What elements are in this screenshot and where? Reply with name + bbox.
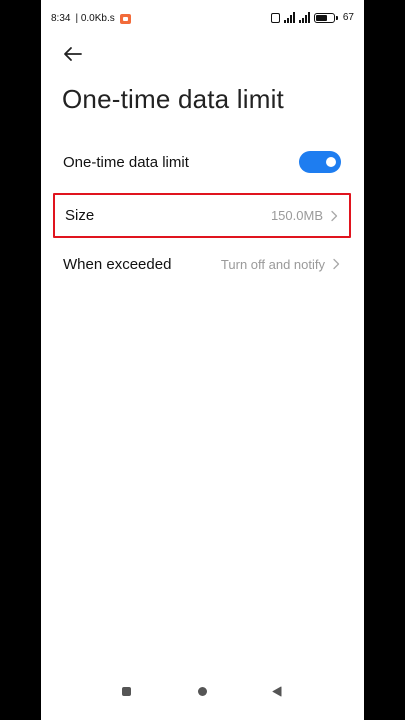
when-exceeded-row[interactable]: When exceeded Turn off and notify <box>53 244 351 284</box>
size-value: 150.0MB <box>270 208 323 223</box>
when-exceeded-value: Turn off and notify <box>220 256 325 272</box>
navigation-bar <box>41 664 364 720</box>
battery-icon <box>313 12 338 23</box>
when-exceeded-label: When exceeded <box>63 255 172 273</box>
page-title: One-time data limit <box>62 84 284 114</box>
network-speed: | 0.0Kb.s <box>75 13 115 24</box>
notification-icon <box>119 13 131 24</box>
size-label: Size <box>65 207 95 224</box>
recents-icon[interactable] <box>122 687 131 696</box>
battery-percent: 67 <box>342 12 354 23</box>
chevron-right-icon <box>331 210 338 221</box>
one-time-limit-toggle[interactable] <box>299 151 341 173</box>
arrow-left-icon <box>64 47 82 61</box>
signal-icon <box>298 12 310 23</box>
size-row[interactable]: Size 150.0MB <box>53 193 351 238</box>
one-time-limit-label: One-time data limit <box>63 153 189 171</box>
status-time: 8:34 <box>51 13 71 24</box>
status-left: 8:34 | 0.0Kb.s <box>51 13 131 24</box>
signal-icon <box>283 12 295 23</box>
back-icon[interactable] <box>272 686 282 697</box>
chevron-right-icon <box>333 258 340 270</box>
status-right: 67 <box>270 12 354 23</box>
vibrate-icon <box>270 12 280 23</box>
back-button[interactable] <box>59 40 87 68</box>
size-value-group: 150.0MB <box>271 208 339 223</box>
status-bar: 8:34 | 0.0Kb.s 67 <box>41 0 364 38</box>
home-icon[interactable] <box>198 687 207 696</box>
one-time-limit-row[interactable]: One-time data limit <box>53 142 351 182</box>
when-exceeded-value-group: Turn off and notify <box>221 257 341 272</box>
toggle-knob <box>326 157 336 167</box>
phone-screen: 8:34 | 0.0Kb.s 67 One-time data limit On… <box>41 0 364 720</box>
